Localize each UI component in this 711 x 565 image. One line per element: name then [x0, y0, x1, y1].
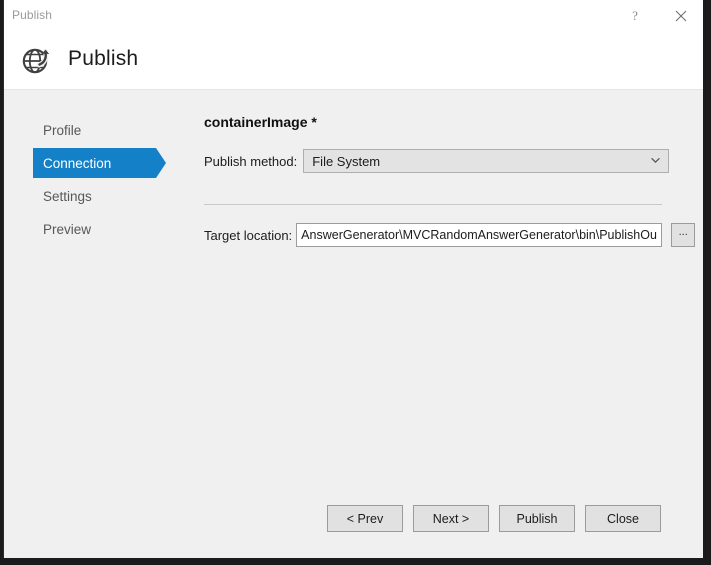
sidebar-item-label: Profile: [43, 123, 81, 138]
title-bar-text: Publish: [12, 8, 52, 22]
close-icon: [675, 10, 687, 22]
selected-arrow-icon: [156, 148, 166, 178]
target-location-row: Target location: ...: [204, 223, 695, 247]
browse-button[interactable]: ...: [671, 223, 695, 247]
next-button[interactable]: Next >: [413, 505, 489, 532]
prev-button[interactable]: < Prev: [327, 505, 403, 532]
publish-method-select[interactable]: File System: [303, 149, 669, 173]
sidebar-item-label: Settings: [43, 189, 92, 204]
publish-button[interactable]: Publish: [499, 505, 575, 532]
publish-method-row: Publish method: File System: [204, 149, 669, 173]
publish-dialog: Publish ?: [3, 0, 703, 558]
sidebar-item-connection[interactable]: Connection: [33, 148, 156, 178]
chevron-down-icon: [651, 157, 660, 166]
main-panel: containerImage * Publish method: File Sy…: [194, 90, 703, 558]
question-mark-icon: ?: [632, 9, 638, 22]
dialog-footer: < Prev Next > Publish Close: [4, 496, 703, 558]
dialog-body: Profile Connection Settings Preview cont…: [4, 90, 703, 558]
sidebar-item-profile[interactable]: Profile: [33, 115, 156, 145]
close-button[interactable]: [658, 0, 703, 31]
page-title: Publish: [68, 47, 138, 71]
screen-root: Publish ?: [0, 0, 711, 565]
footer-button-group: < Prev Next > Publish Close: [327, 505, 661, 532]
target-location-input[interactable]: [296, 223, 662, 247]
section-title: containerImage *: [204, 114, 317, 130]
title-bar: Publish ?: [4, 0, 703, 31]
publish-method-label: Publish method:: [204, 154, 297, 169]
section-separator: [204, 204, 662, 205]
sidebar-item-preview[interactable]: Preview: [33, 214, 156, 244]
title-bar-controls: ?: [612, 0, 703, 31]
dialog-header: Publish: [4, 31, 703, 90]
help-button[interactable]: ?: [612, 0, 658, 31]
sidebar-item-label: Connection: [43, 156, 111, 171]
sidebar: Profile Connection Settings Preview: [4, 90, 194, 558]
sidebar-item-label: Preview: [43, 222, 91, 237]
globe-publish-icon: [20, 43, 54, 77]
target-location-label: Target location:: [204, 228, 292, 243]
publish-method-value: File System: [304, 154, 380, 169]
sidebar-item-settings[interactable]: Settings: [33, 181, 156, 211]
close-dialog-button[interactable]: Close: [585, 505, 661, 532]
